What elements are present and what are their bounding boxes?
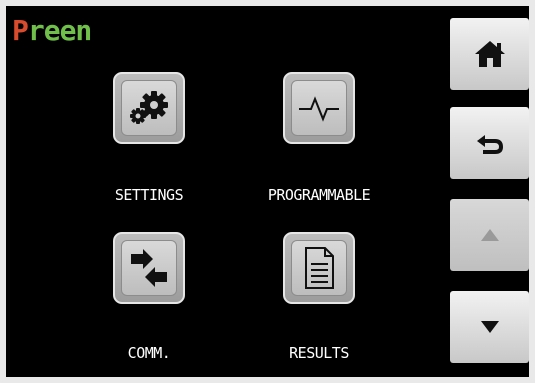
scroll-up-button[interactable]	[450, 199, 529, 271]
results-label: RESULTS	[289, 344, 349, 362]
results-button[interactable]	[283, 232, 355, 304]
settings-button[interactable]	[113, 72, 185, 144]
settings-label: SETTINGS	[114, 186, 184, 204]
touch-screen: Preen SETTINGS PROGRAMMABLE COMM. RESULT…	[6, 6, 529, 377]
programmable-label: PROGRAMMABLE	[267, 186, 371, 204]
scroll-down-button[interactable]	[450, 291, 529, 363]
brand-letter-p: P	[12, 14, 29, 47]
document-icon	[305, 247, 334, 289]
home-button[interactable]	[450, 18, 529, 90]
back-button[interactable]	[450, 107, 529, 179]
programmable-button[interactable]	[283, 72, 355, 144]
device-bezel: Preen SETTINGS PROGRAMMABLE COMM. RESULT…	[0, 0, 535, 383]
brand-logo: Preen	[12, 14, 92, 47]
home-icon	[474, 41, 505, 67]
comm-button[interactable]	[113, 232, 185, 304]
back-icon	[476, 135, 503, 154]
settings-gears-icon	[130, 91, 168, 124]
up-arrow-icon	[480, 229, 499, 241]
comm-label: COMM.	[127, 344, 171, 362]
transfer-arrows-icon	[131, 249, 167, 287]
down-arrow-icon	[480, 321, 499, 333]
waveform-icon	[299, 96, 339, 122]
brand-letters-rest: reen	[27, 14, 92, 47]
